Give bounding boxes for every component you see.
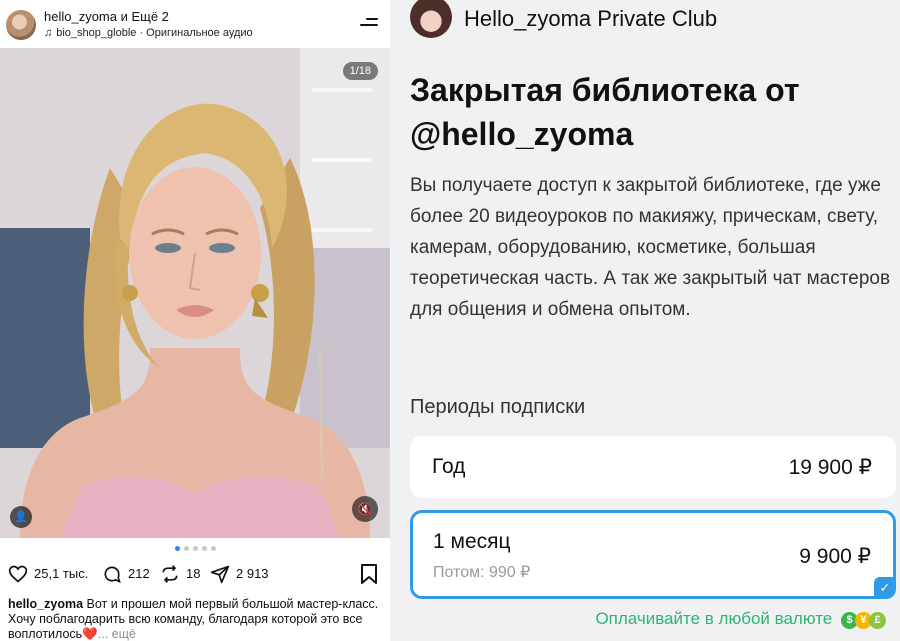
club-description: Вы получаете доступ к закрытой библиотек…	[410, 175, 891, 320]
plan-option-year[interactable]: Год 19 900 ₽	[410, 436, 896, 498]
plan-renewal-price: Потом: 990 ₽	[433, 564, 531, 581]
instagram-post: hello_zyoma и Ещё 2 ♫ bio_shop_globle · О…	[0, 0, 390, 641]
pay-note: Оплачивайте в любой валюте $ ¥ £	[595, 609, 886, 629]
club-paywall: Hello_zyoma Private Club Закрытая библио…	[392, 0, 900, 641]
heart-emoji: ❤️	[82, 627, 98, 641]
carousel-dot	[201, 546, 207, 551]
caption-more-link[interactable]: ... ещё	[98, 627, 136, 641]
shares-count: 2 913	[236, 566, 269, 581]
send-icon	[210, 565, 230, 584]
reposts-count: 18	[186, 566, 201, 581]
plan-label: Год	[432, 455, 466, 478]
likes-count: 25,1 тыс.	[34, 566, 89, 581]
club-header: Hello_zyoma Private Club	[392, 0, 900, 40]
plan-price: 19 900 ₽	[788, 456, 872, 479]
carousel-dots	[0, 546, 390, 552]
menu-icon[interactable]	[360, 18, 378, 30]
post-author[interactable]: hello_zyoma и Ещё 2	[44, 9, 169, 24]
carousel-dot	[210, 546, 216, 551]
carousel-dot	[192, 546, 198, 551]
repost-icon	[162, 565, 178, 583]
page-title: Закрытая библиотека от @hello_zyoma	[410, 72, 800, 152]
post-photo[interactable]: 1/18 👤 🔇	[0, 48, 390, 538]
comments-count: 212	[128, 566, 150, 581]
user-tag-icon[interactable]: 👤	[10, 506, 32, 528]
bookmark-icon[interactable]	[360, 564, 378, 584]
caption-author[interactable]: hello_zyoma	[8, 597, 83, 611]
author-avatar[interactable]	[6, 10, 36, 40]
music-note-icon: ♫	[44, 27, 53, 39]
audio-line[interactable]: ♫ bio_shop_globle · Оригинальное аудио	[44, 27, 253, 39]
portrait-illustration	[0, 48, 390, 538]
carousel-dot	[183, 546, 189, 551]
slide-counter: 1/18	[342, 62, 378, 80]
carousel-dot	[174, 546, 180, 551]
heart-icon	[8, 565, 28, 583]
post-actions: 25,1 тыс. 212 18 2 913	[8, 562, 384, 586]
plan-price: 9 900 ₽	[799, 545, 871, 568]
checkmark-icon: ✓	[874, 577, 896, 599]
audio-label: bio_shop_globle · Оригинальное аудио	[56, 27, 253, 39]
club-name: Hello_zyoma Private Club	[464, 6, 718, 31]
club-avatar[interactable]	[410, 0, 452, 38]
mute-icon[interactable]: 🔇	[352, 496, 378, 522]
comment-icon	[104, 566, 121, 583]
pay-note-text: Оплачивайте в любой валюте	[595, 609, 833, 628]
periods-heading: Периоды подписки	[410, 396, 586, 418]
plan-option-month[interactable]: 1 месяц Потом: 990 ₽ 9 900 ₽ ✓	[410, 510, 896, 599]
post-header: hello_zyoma и Ещё 2 ♫ bio_shop_globle · О…	[0, 0, 390, 48]
pound-coin-icon: £	[869, 612, 886, 629]
plan-label: 1 месяц	[433, 530, 511, 553]
post-caption: hello_zyoma Вот и прошел мой первый боль…	[8, 597, 380, 641]
